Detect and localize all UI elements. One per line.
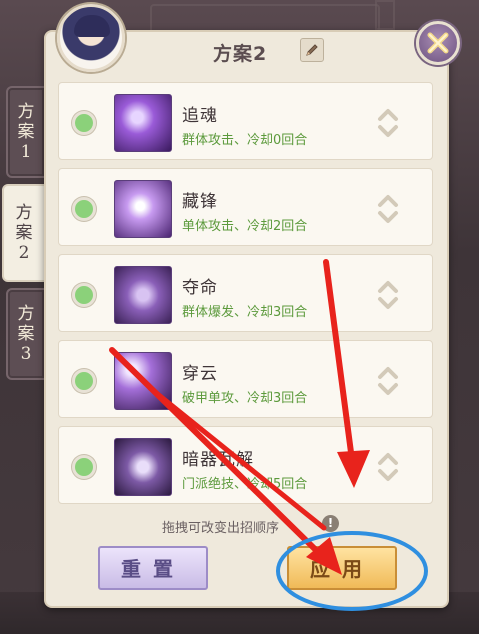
tab-label-line: 案 <box>17 324 35 344</box>
tab-label-line: 2 <box>18 243 30 263</box>
radio-selected-icon[interactable] <box>72 197 96 221</box>
drag-handle-icon[interactable] <box>377 279 399 311</box>
tab-label-line: 方 <box>17 102 35 122</box>
skill-description: 破甲单攻、冷却3回合 <box>182 391 308 406</box>
close-icon <box>427 32 449 54</box>
skill-description: 群体攻击、冷却0回合 <box>182 133 308 148</box>
plan-title: 方案2 <box>213 43 268 65</box>
skill-icon <box>114 438 172 496</box>
skill-card[interactable]: 夺命 群体爆发、冷却3回合 <box>58 254 433 332</box>
skill-card[interactable]: 追魂 群体攻击、冷却0回合 <box>58 82 433 160</box>
skill-card[interactable]: 穿云 破甲单攻、冷却3回合 <box>58 340 433 418</box>
skill-description: 门派绝技、冷却5回合 <box>182 477 308 492</box>
radio-selected-icon[interactable] <box>72 369 96 393</box>
skill-icon <box>114 94 172 152</box>
skill-icon <box>114 266 172 324</box>
skill-name: 暗器瓦解 <box>182 450 254 470</box>
skill-icon <box>114 352 172 410</box>
character-avatar <box>57 4 125 72</box>
apply-button[interactable]: 应用 <box>287 546 397 590</box>
edit-icon <box>306 44 318 56</box>
skill-name: 追魂 <box>182 106 218 126</box>
skill-card[interactable]: 藏锋 单体攻击、冷却2回合 <box>58 168 433 246</box>
skill-description: 群体爆发、冷却3回合 <box>182 305 308 320</box>
drag-handle-icon[interactable] <box>377 365 399 397</box>
drag-handle-icon[interactable] <box>377 107 399 139</box>
tab-label-line: 方 <box>15 203 33 223</box>
tab-label-line: 1 <box>20 142 32 162</box>
skill-name: 夺命 <box>182 278 218 298</box>
skill-icon <box>114 180 172 238</box>
info-icon[interactable]: ! <box>322 515 339 532</box>
radio-selected-icon[interactable] <box>72 283 96 307</box>
tab-label-line: 案 <box>17 122 35 142</box>
drag-handle-icon[interactable] <box>377 451 399 483</box>
drag-handle-icon[interactable] <box>377 193 399 225</box>
tab-plan-3[interactable]: 方 案 3 <box>6 288 46 380</box>
tab-plan-1[interactable]: 方 案 1 <box>6 86 46 178</box>
radio-selected-icon[interactable] <box>72 455 96 479</box>
tab-label-line: 案 <box>15 223 33 243</box>
tab-plan-2[interactable]: 方 案 2 <box>2 184 46 282</box>
close-button[interactable] <box>416 21 460 65</box>
skill-name: 藏锋 <box>182 192 218 212</box>
skill-description: 单体攻击、冷却2回合 <box>182 219 308 234</box>
drag-hint-text: 拖拽可改变出招顺序 <box>162 521 280 536</box>
skill-name: 穿云 <box>182 364 218 384</box>
tab-label-line: 方 <box>17 304 35 324</box>
edit-title-button[interactable] <box>300 38 324 62</box>
skill-card[interactable]: 暗器瓦解 门派绝技、冷却5回合 <box>58 426 433 504</box>
reset-button[interactable]: 重置 <box>98 546 208 590</box>
tab-label-line: 3 <box>20 344 32 364</box>
radio-selected-icon[interactable] <box>72 111 96 135</box>
background-frame <box>375 0 395 30</box>
